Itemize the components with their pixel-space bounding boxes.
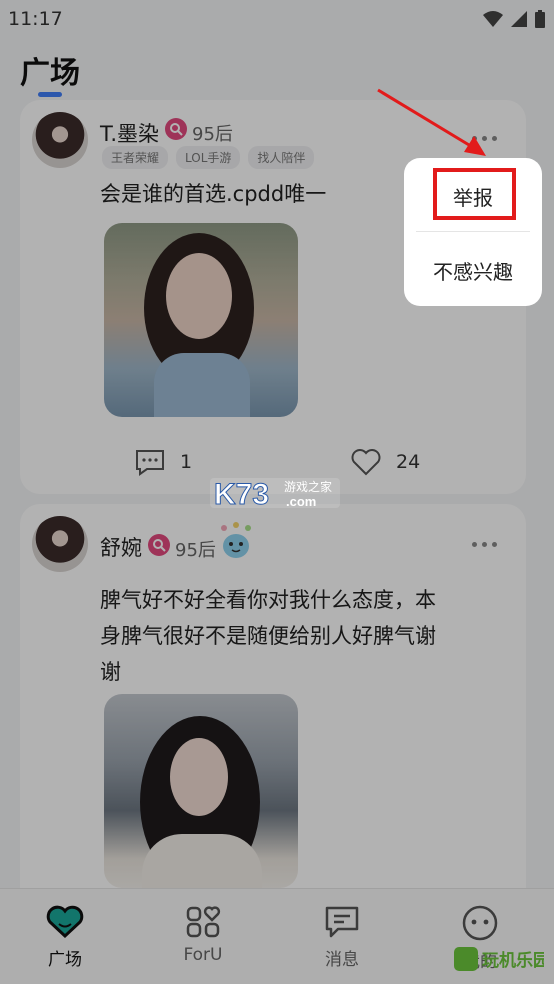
svg-text:K73: K73 — [214, 478, 269, 510]
not-interested-menu-item[interactable]: 不感兴趣 — [404, 256, 542, 285]
k73-watermark-logo: K73 游戏之家 .com — [210, 478, 340, 510]
corner-watermark-logo: 玩机乐园 — [454, 947, 544, 971]
annotation-arrow-icon — [377, 88, 486, 156]
highlight-box — [433, 168, 516, 220]
svg-text:游戏之家: 游戏之家 — [284, 479, 332, 494]
popup-divider — [416, 231, 530, 232]
svg-text:玩机乐园: 玩机乐园 — [482, 950, 544, 971]
svg-text:.com: .com — [286, 494, 316, 509]
